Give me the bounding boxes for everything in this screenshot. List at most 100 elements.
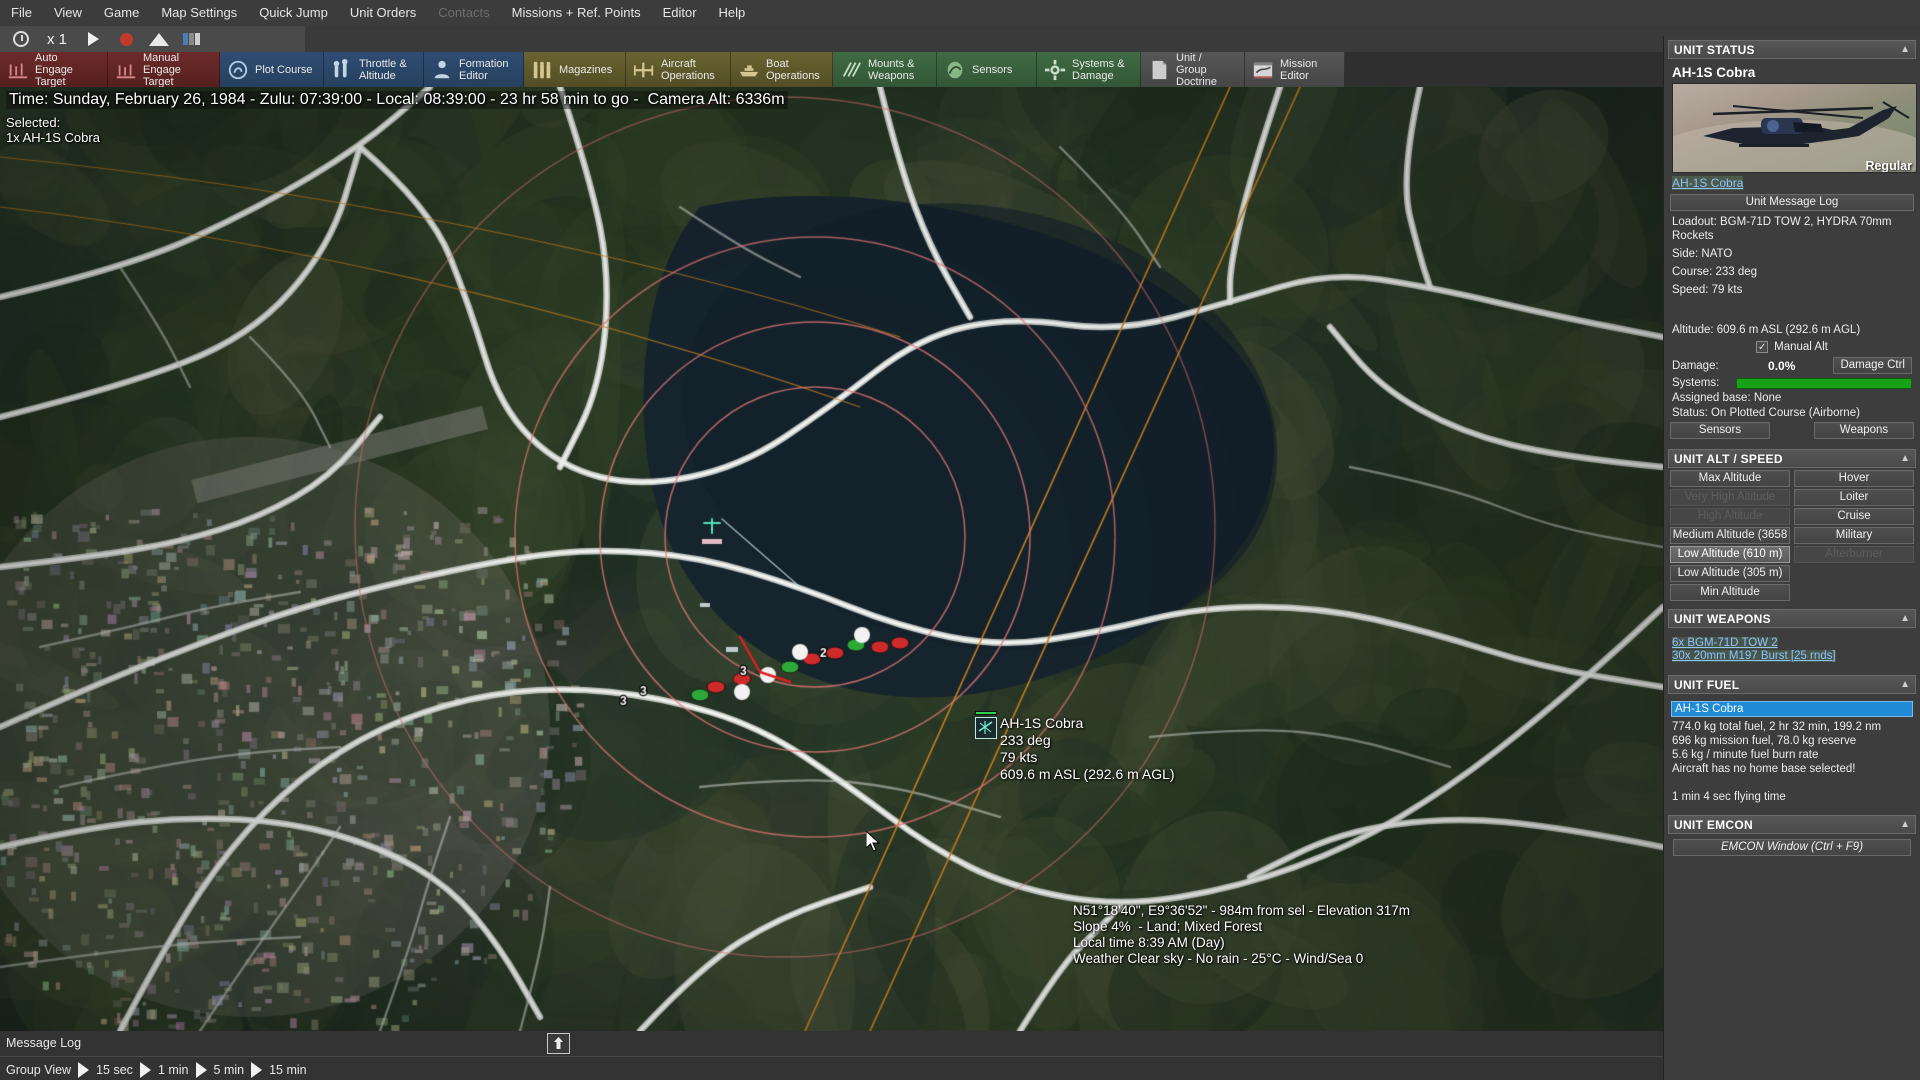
assigned-base-text: Assigned base: None [1672,392,1782,404]
toolbar-button-unit-group-doctrine[interactable]: Unit / Group Doctrine [1141,52,1245,88]
altitude-button-medium-altitude-3658[interactable]: Medium Altitude (3658 [1670,527,1790,544]
unit-marker-ah1s[interactable] [975,717,997,739]
crew-rank-label: Regular [1865,159,1912,173]
clock-icon[interactable] [6,29,36,50]
systems-health-bar [1736,377,1912,389]
weapon-item-0[interactable]: 6x BGM-71D TOW 2 [1672,637,1778,649]
play-button[interactable] [78,29,108,50]
altitude-button-very-high-altitude: Very High Altitude [1670,489,1790,506]
chevron-collapse-icon[interactable]: ▲ [1900,44,1910,55]
speed-step-arrow-icon[interactable] [78,1061,90,1078]
speed-button-military[interactable]: Military [1794,527,1914,544]
popout-up-icon[interactable] [547,1033,570,1054]
time-speed-bar: Group View 15 sec 1 min 5 min 15 min [0,1059,311,1080]
toolbar-button-manual-engage-target[interactable]: Manual Engage Target [108,52,220,88]
chevron-collapse-icon[interactable]: ▲ [1900,819,1910,830]
menu-item-map-settings[interactable]: Map Settings [150,0,248,26]
emcon-window-button[interactable]: EMCON Window (Ctrl + F9) [1672,839,1912,856]
toolbar-button-formation-editor[interactable]: Formation Editor [424,52,524,87]
toolbar-button-plot-course[interactable]: Plot Course [220,52,324,87]
damage-control-button[interactable]: Damage Ctrl [1833,357,1912,374]
message-log-label[interactable]: Message Log [6,1036,81,1050]
weapon-item-1[interactable]: 30x 20mm M197 Burst [25 rnds] [1672,650,1836,662]
speed-step-1-min[interactable]: 1 min [154,1063,193,1077]
magazine-icon [531,59,553,81]
time-speed-multiplier[interactable]: x 1 [39,31,75,48]
tactical-map[interactable]: Time: Sunday, February 26, 1984 - Zulu: … [0,87,1663,1031]
panel-title-unit-fuel: UNIT FUEL [1674,677,1740,692]
menu-item-editor[interactable]: Editor [652,0,708,26]
side-text: Side: NATO [1672,248,1733,260]
toolbar-button-boat-operations[interactable]: Boat Operations [731,52,833,87]
toolbar-button-label: Systems & Damage [1072,57,1125,82]
panel-header-unit-weapons[interactable]: UNIT WEAPONS ▲ [1668,609,1916,628]
message-log-divider [0,1056,1663,1057]
altitude-button-max-altitude[interactable]: Max Altitude [1670,470,1790,487]
toolbar-button-throttle-altitude[interactable]: Throttle & Altitude [324,52,424,87]
speed-step-15-sec[interactable]: 15 sec [92,1063,137,1077]
main-toolbar: Auto Engage Target Manual Engage Target Pl… [0,52,1920,88]
altitude-button-column: Max Altitude Very High Altitude High Altit… [1670,470,1790,601]
toolbar-button-sensors[interactable]: Sensors [937,52,1037,87]
toolbar-button-auto-engage-target[interactable]: Auto Engage Target [0,52,108,88]
menu-item-quick-jump[interactable]: Quick Jump [248,0,339,26]
speed-step-15-min[interactable]: 15 min [265,1063,311,1077]
group-view-button[interactable]: Group View [2,1063,75,1077]
record-button[interactable] [111,29,141,50]
menu-item-missions-ref-points[interactable]: Missions + Ref. Points [501,0,652,26]
unit-message-log-button[interactable]: Unit Message Log [1670,194,1914,211]
panel-header-unit-emcon[interactable]: UNIT EMCON ▲ [1668,815,1916,834]
chevron-collapse-icon[interactable]: ▲ [1900,679,1910,690]
weapons-button[interactable]: Weapons [1814,422,1914,439]
damage-value: 0.0% [1768,358,1796,373]
bottom-bar: Message Log Group View 15 sec 1 min 5 min 15… [0,1031,1663,1080]
toolbar-button-mission-editor[interactable]: Mission Editor [1245,52,1345,87]
menu-item-contacts: Contacts [438,5,490,20]
flying-time-text: 1 min 4 sec flying time [1672,791,1786,803]
chevron-collapse-icon[interactable]: ▲ [1900,453,1910,464]
toolbar-button-label: Aircraft Operations [661,57,715,82]
sim-time-readout: Time: Sunday, February 26, 1984 - Zulu: … [6,91,788,109]
panel-title-unit-emcon: UNIT EMCON [1674,817,1753,832]
speed-step-arrow-icon[interactable] [195,1061,207,1078]
menu-item-file[interactable]: File [0,0,43,26]
toolbar-button-aircraft-operations[interactable]: Aircraft Operations [626,52,731,87]
speed-button-cruise[interactable]: Cruise [1794,508,1914,525]
menu-item-view[interactable]: View [43,0,93,26]
ramp-icon-button[interactable] [144,29,174,50]
fuel-line-2: 5.6 kg / minute fuel burn rate [1672,749,1819,761]
speed-step-arrow-icon[interactable] [139,1061,151,1078]
toolbar-button-mounts-weapons[interactable]: Mounts & Weapons [833,52,937,87]
panel-title-unit-weapons: UNIT WEAPONS [1674,611,1771,626]
speed-button-hover[interactable]: Hover [1794,470,1914,487]
speed-step-arrow-icon[interactable] [251,1061,263,1078]
chevron-collapse-icon[interactable]: ▲ [1900,613,1910,624]
fuel-detail-lines: 774.0 kg total fuel, 2 hr 32 min, 199.2 … [1672,720,1912,776]
speed-step-5-min[interactable]: 5 min [210,1063,249,1077]
panel-header-unit-fuel[interactable]: UNIT FUEL ▲ [1668,675,1916,694]
altitude-button-low-altitude-305-m[interactable]: Low Altitude (305 m) [1670,565,1790,582]
fuel-unit-selected-item[interactable]: AH-1S Cobra [1671,701,1913,717]
manual-alt-checkbox[interactable]: ✓ [1756,341,1769,353]
right-sidebar: UNIT STATUS ▲ AH-1S Cobra Regular AH-1S … [1663,36,1920,1080]
sensors-button[interactable]: Sensors [1670,422,1770,439]
mouse-cursor [866,831,881,852]
toolbar-button-systems-damage[interactable]: Systems & Damage [1037,52,1141,87]
toolbar-button-label: Magazines [559,63,613,76]
crosshair-auto-icon [7,59,29,81]
panel-header-unit-alt-speed[interactable]: UNIT ALT / SPEED ▲ [1668,449,1916,468]
mission-editor-icon [1252,59,1274,81]
toolbar-button-label: Mounts & Weapons [868,57,915,82]
altitude-button-low-altitude-610-m[interactable]: Low Altitude (610 m) [1670,546,1790,563]
menu-item-help[interactable]: Help [708,0,757,26]
cursor-info-tooltip: N51°18'40", E9°36'52" - 984m from sel - … [1073,903,1410,966]
unit-detail-link[interactable]: AH-1S Cobra [1672,176,1744,190]
layers-icon-button[interactable] [177,29,207,50]
menu-item-unit-orders[interactable]: Unit Orders [339,0,427,26]
toolbar-button-magazines[interactable]: Magazines [524,52,626,87]
altitude-button-min-altitude[interactable]: Min Altitude [1670,584,1790,601]
panel-header-unit-status[interactable]: UNIT STATUS ▲ [1668,40,1916,59]
unit-map-label: AH-1S Cobra 233 deg 79 kts 609.6 m ASL (… [1000,715,1175,782]
menu-item-game[interactable]: Game [93,0,150,26]
speed-button-loiter[interactable]: Loiter [1794,489,1914,506]
